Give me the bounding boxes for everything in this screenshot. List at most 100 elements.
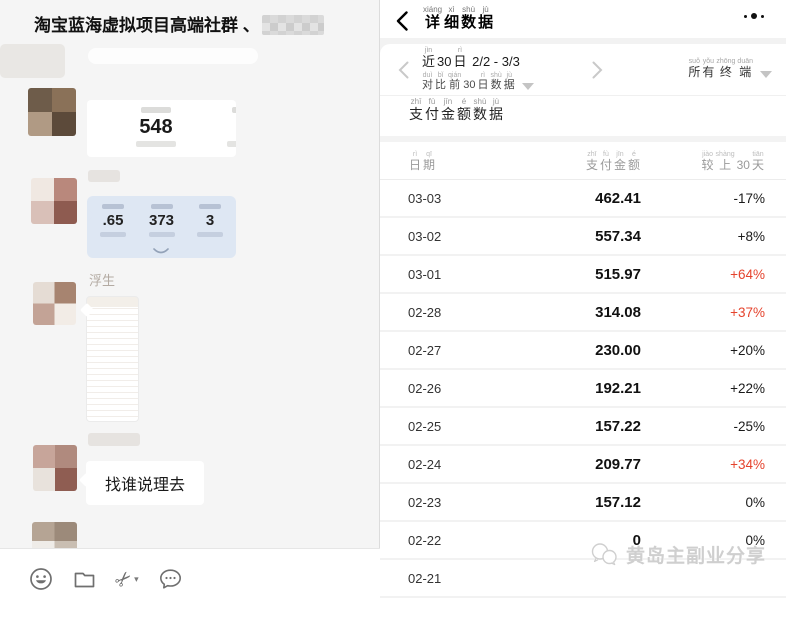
detail-data-panel: 详xiáng细xì数shù据jù 近jìn30 日rì 2/2 - 3/3 对d…	[380, 0, 786, 635]
blurred-label	[151, 204, 173, 209]
blurred-sublabel	[100, 232, 126, 237]
emoji-icon[interactable]	[28, 566, 54, 592]
screenshot-icon[interactable]: ✂ ▾	[114, 566, 140, 592]
table-screenshot-message[interactable]	[86, 296, 139, 422]
censored-sender-name	[88, 170, 120, 182]
blurred-label	[102, 204, 124, 209]
table-row[interactable]: 03-03462.41 -17%	[380, 180, 786, 218]
table-row[interactable]: 02-27230.00 +20%	[380, 332, 786, 370]
row-amount: 557.34	[478, 228, 641, 245]
stat-card: 548	[117, 100, 195, 157]
page-title: 详xiáng细xì数shù据jù	[422, 5, 494, 32]
terminal-filter-dropdown[interactable]: 所suǒ有yǒu终zhōng端duān	[687, 58, 772, 81]
stat-value: 373	[138, 212, 186, 229]
date-range-selector: 近jìn30 日rì 2/2 - 3/3 对duì比bǐ前qián30 日rì数…	[380, 44, 786, 96]
section-title: 支zhī付fù金jīn额é数shù据jù	[380, 96, 786, 136]
chevron-left-icon[interactable]	[398, 61, 409, 79]
table-row[interactable]: 02-23157.120%	[380, 484, 786, 522]
sender-name: 浮生	[89, 270, 115, 289]
avatar[interactable]	[31, 178, 77, 224]
blurred-sublabel	[136, 141, 176, 147]
row-date: 02-22	[408, 533, 478, 548]
avatar[interactable]	[33, 282, 76, 325]
blurred-sublabel	[227, 141, 236, 147]
stat-value: .65	[89, 212, 137, 229]
blurred-sublabel	[149, 232, 175, 237]
chat-toolbar: ✂ ▾	[0, 549, 380, 592]
row-date: 02-25	[408, 419, 478, 434]
table-row[interactable]: 02-26192.21 +22%	[380, 370, 786, 408]
row-date: 02-26	[408, 381, 478, 396]
stats-card-message[interactable]: .65 373 3	[87, 196, 236, 258]
column-header-amount: 支zhī付fù金jīn额é	[478, 151, 641, 174]
compare-range-label: 对duì比bǐ前qián30 日rì数shù据jù	[421, 72, 534, 93]
avatar[interactable]	[33, 445, 77, 491]
compare-range-text: 对duì比bǐ前qián30 日rì数shù据jù	[421, 72, 516, 93]
stat-value: 548	[117, 116, 195, 138]
stats-image-message[interactable]: 548 9	[87, 100, 236, 157]
avatar[interactable]	[32, 522, 77, 548]
column-header-compare: 较jiào上shàng30 天tiān	[675, 151, 765, 174]
chat-history-icon[interactable]	[157, 566, 183, 592]
row-change: -17%	[675, 191, 765, 206]
dropdown-triangle-icon	[522, 83, 534, 90]
row-change: +37%	[675, 305, 765, 320]
row-date: 02-21	[408, 571, 478, 586]
avatar[interactable]	[28, 88, 76, 136]
date-range-label: 近jìn30 日rì 2/2 - 3/3	[421, 47, 534, 71]
table-row[interactable]: 03-01515.97+64%	[380, 256, 786, 294]
stat-card: 3	[186, 202, 234, 258]
row-date: 03-02	[408, 229, 478, 244]
table-row[interactable]: 02-21	[380, 560, 786, 598]
detail-content: 近jìn30 日rì 2/2 - 3/3 对duì比bǐ前qián30 日rì数…	[380, 44, 786, 635]
stat-value: 3	[186, 212, 234, 229]
row-date: 02-23	[408, 495, 478, 510]
folder-icon[interactable]	[71, 566, 97, 592]
terminal-filter-label: 所suǒ有yǒu终zhōng端duān	[687, 58, 754, 81]
blurred-label	[232, 107, 236, 113]
date-range-dropdown[interactable]: 近jìn30 日rì 2/2 - 3/3 对duì比bǐ前qián30 日rì数…	[421, 47, 534, 93]
row-date: 03-03	[408, 191, 478, 206]
chevron-right-icon[interactable]	[592, 61, 603, 79]
blurred-label	[199, 204, 221, 209]
row-amount: 230.00	[478, 342, 641, 359]
row-amount: 192.21	[478, 380, 641, 397]
app-window: 淘宝蓝海虚拟项目高端社群 、 548 9	[0, 0, 787, 635]
chat-input-area[interactable]: ✂ ▾	[0, 548, 380, 635]
chat-message-list[interactable]: 548 9 .65 373	[0, 44, 379, 548]
text-message[interactable]: 找谁说理去	[86, 461, 204, 505]
back-icon[interactable]	[396, 11, 408, 31]
row-date: 02-24	[408, 457, 478, 472]
stat-card: .65	[89, 202, 137, 258]
row-amount: 515.97	[478, 266, 641, 283]
partial-message-bubble	[88, 48, 258, 64]
column-header-date: 日rì期qī	[408, 151, 478, 174]
row-change: +22%	[675, 381, 765, 396]
row-date: 02-27	[408, 343, 478, 358]
table-row[interactable]: 03-02557.34 +8%	[380, 218, 786, 256]
detail-header: 详xiáng细xì数shù据jù	[380, 0, 786, 38]
row-amount: 157.22	[478, 418, 641, 435]
row-amount: 0	[478, 532, 641, 549]
table-row[interactable]: 02-24209.77 +34%	[380, 446, 786, 484]
row-amount: 209.77	[478, 456, 641, 473]
row-change: +64%	[675, 267, 765, 282]
row-change: 0%	[675, 533, 765, 548]
table-row[interactable]: 02-25157.22-25%	[380, 408, 786, 446]
scissors-glyph: ✂	[109, 565, 138, 594]
row-change: +20%	[675, 343, 765, 358]
table-row[interactable]: 02-28314.08+37%	[380, 294, 786, 332]
blurred-label	[141, 107, 171, 113]
row-change: +8%	[675, 229, 765, 244]
row-change: +34%	[675, 457, 765, 472]
censored-message-bubble	[0, 44, 65, 78]
payment-table-body: 03-03462.41-17%03-02557.34+8%03-01515.97…	[380, 180, 786, 598]
table-row[interactable]: 02-220 0%	[380, 522, 786, 560]
chat-group-title: 淘宝蓝海虚拟项目高端社群 、	[0, 0, 379, 44]
more-icon[interactable]	[744, 13, 764, 19]
row-amount: 462.41	[478, 190, 641, 207]
collapse-chevron-icon[interactable]	[153, 248, 169, 255]
censored-title-mosaic	[262, 15, 324, 35]
stat-value-partial: 9	[217, 116, 236, 138]
dropdown-triangle-icon	[760, 71, 772, 78]
